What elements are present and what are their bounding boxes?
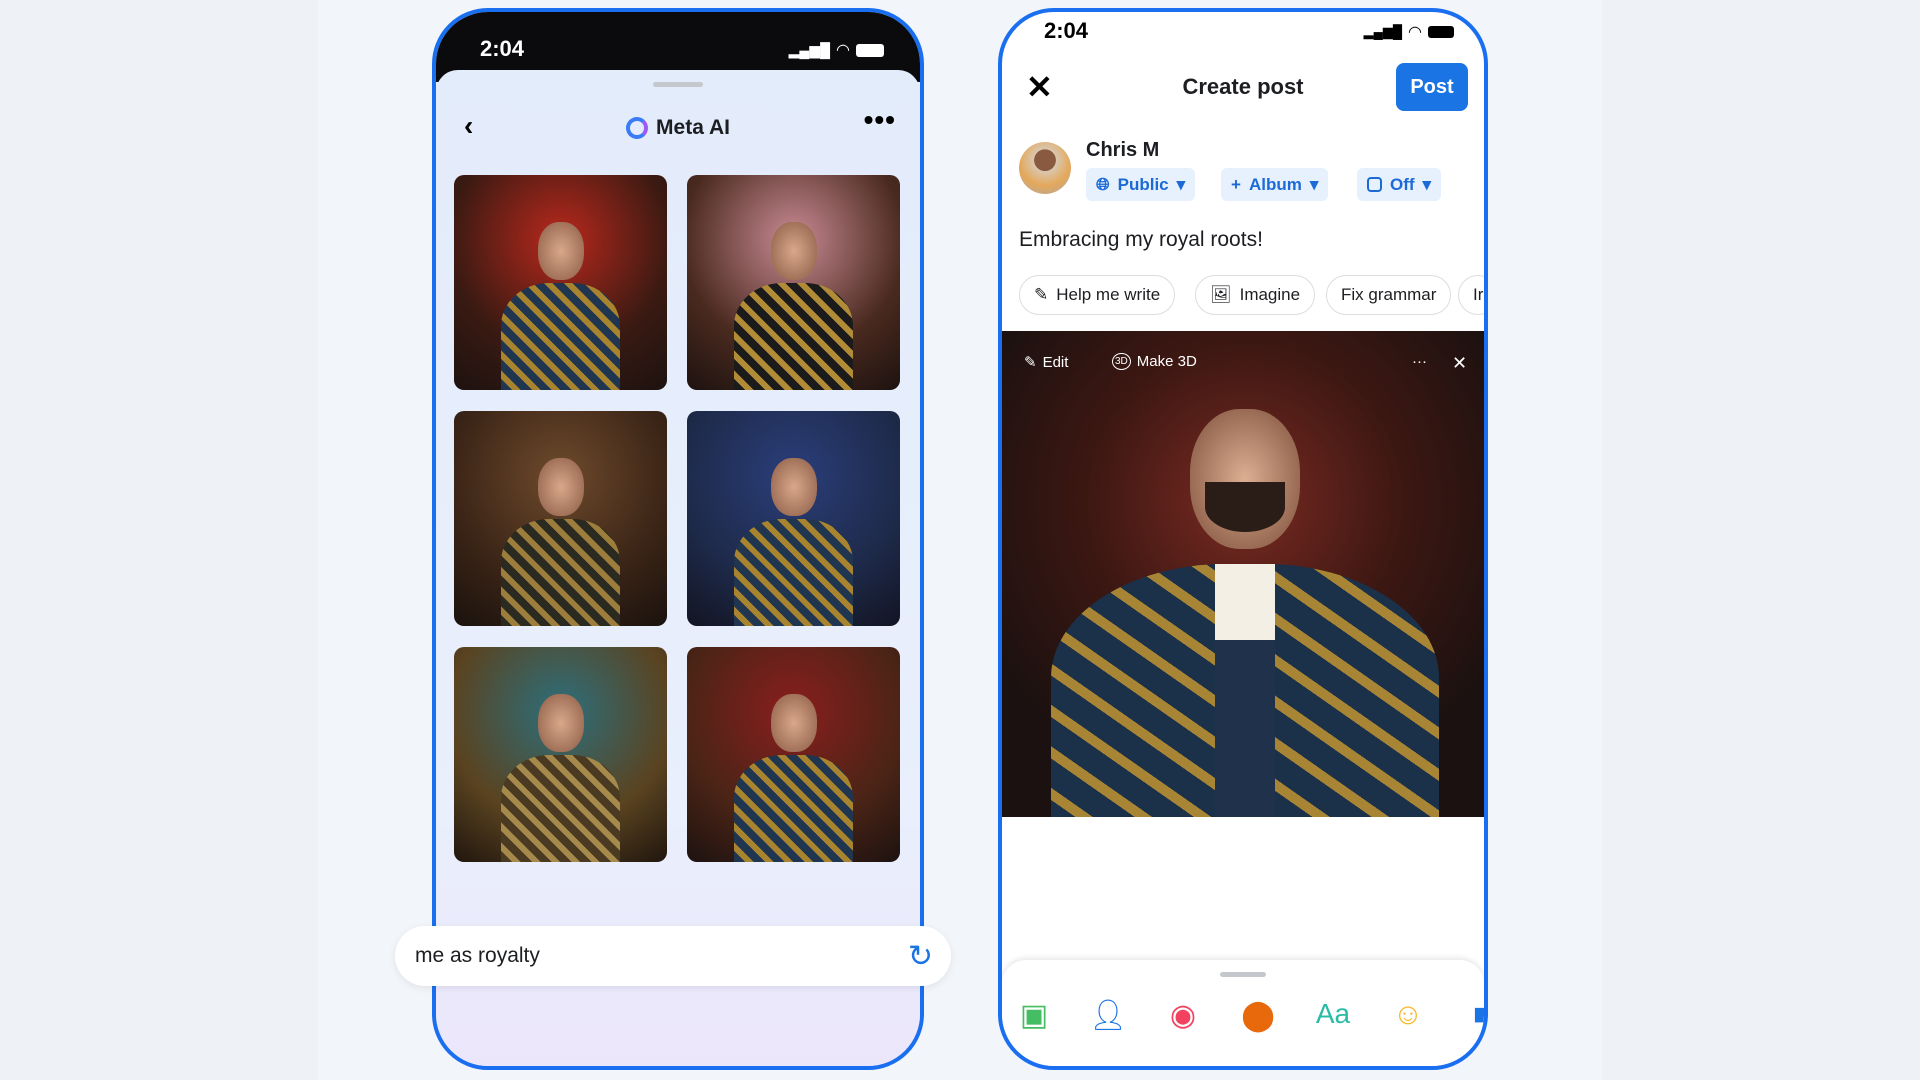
meta-ai-phone: 2:04 ▂▄▆█ ◠ ‹ Meta AI ••• bbox=[432, 8, 924, 1070]
chip-label: Help me write bbox=[1056, 285, 1161, 304]
image-sparkle-icon: 🖼︎ bbox=[1210, 285, 1232, 304]
chip-label: Imagine bbox=[1239, 285, 1301, 304]
status-time: 2:04 bbox=[1044, 18, 1089, 43]
status-time: 2:04 bbox=[480, 36, 525, 61]
battery-icon bbox=[1428, 26, 1454, 38]
live-video-icon[interactable]: ◉ bbox=[1163, 998, 1203, 1033]
avatar bbox=[1019, 142, 1071, 194]
chip-fix-grammar[interactable]: Fix grammar bbox=[1326, 275, 1452, 315]
attached-photo[interactable]: ✎ Edit 3D Make 3D ··· ✕ bbox=[1002, 331, 1484, 817]
generated-image[interactable] bbox=[687, 175, 900, 390]
make-3d-label: Make 3D bbox=[1136, 353, 1197, 370]
post-toolbar: ▣ 👤︎ ◉ ⬤ Aa ☺ ■ bbox=[1002, 960, 1484, 1066]
instagram-icon bbox=[1367, 177, 1382, 192]
audience-selector[interactable]: 🌐︎ Public ▾ bbox=[1086, 168, 1196, 201]
prompt-value: me as royalty bbox=[415, 944, 540, 967]
generated-image[interactable] bbox=[454, 175, 667, 390]
refresh-icon[interactable]: ↻ bbox=[908, 939, 933, 974]
chip-more[interactable]: Ir bbox=[1458, 275, 1484, 315]
tag-people-icon[interactable]: 👤︎ bbox=[1088, 998, 1128, 1033]
generated-image[interactable] bbox=[687, 411, 900, 626]
post-text[interactable]: Embracing my royal roots! bbox=[1019, 228, 1263, 252]
toolbar-handle[interactable] bbox=[1220, 972, 1266, 977]
chip-help-me-write[interactable]: ✎ Help me write bbox=[1019, 275, 1176, 315]
chip-label: Fix grammar bbox=[1341, 285, 1437, 304]
globe-icon: 🌐︎ bbox=[1096, 174, 1110, 194]
caret-down-icon: ▾ bbox=[1176, 174, 1186, 194]
edit-button[interactable]: ✎ Edit bbox=[1024, 353, 1069, 372]
status-icons: ▂▄▆█ ◠ bbox=[1364, 22, 1454, 42]
generated-image[interactable] bbox=[454, 411, 667, 626]
feeling-icon[interactable]: ☺ bbox=[1388, 998, 1428, 1032]
create-post-phone: 2:04 ▂▄▆█ ◠ ✕ Create post Post Chris M 🌐… bbox=[998, 8, 1488, 1070]
user-name: Chris M bbox=[1086, 139, 1160, 161]
generated-image[interactable] bbox=[687, 647, 900, 862]
more-icon[interactable]: ••• bbox=[864, 104, 896, 136]
make-3d-button[interactable]: 3D Make 3D bbox=[1112, 353, 1197, 370]
wifi-icon: ◠ bbox=[836, 42, 850, 59]
3d-icon: 3D bbox=[1112, 353, 1131, 370]
meta-ai-logo-icon bbox=[626, 117, 649, 139]
camera-icon[interactable]: ■ bbox=[1462, 998, 1484, 1032]
signal-icon: ▂▄▆█ bbox=[788, 41, 831, 58]
battery-icon bbox=[856, 43, 884, 57]
signal-icon: ▂▄▆█ bbox=[1363, 24, 1403, 39]
location-icon[interactable]: ⬤ bbox=[1238, 998, 1278, 1033]
photo-more-icon[interactable]: ··· bbox=[1412, 353, 1427, 370]
post-button[interactable]: Post bbox=[1396, 63, 1468, 111]
status-icons: ▂▄▆█ ◠ bbox=[789, 40, 884, 60]
edit-label: Edit bbox=[1042, 353, 1069, 371]
wifi-icon: ◠ bbox=[1408, 24, 1422, 41]
chip-imagine[interactable]: 🖼︎ Imagine bbox=[1195, 275, 1316, 315]
image-grid bbox=[454, 175, 900, 862]
header: Meta AI bbox=[436, 116, 920, 140]
pencil-sparkle-icon: ✎ bbox=[1034, 285, 1049, 304]
audience-label: Public bbox=[1117, 174, 1169, 194]
plus-icon: + bbox=[1231, 174, 1241, 194]
header-title: Meta AI bbox=[656, 116, 730, 139]
caret-down-icon: ▾ bbox=[1309, 174, 1319, 194]
prompt-input[interactable]: me as royalty ↻ bbox=[395, 926, 951, 986]
instagram-label: Off bbox=[1390, 174, 1415, 194]
album-selector[interactable]: + Album ▾ bbox=[1221, 168, 1329, 201]
chip-label: Ir bbox=[1473, 285, 1484, 304]
photo-remove-icon[interactable]: ✕ bbox=[1452, 353, 1467, 374]
album-label: Album bbox=[1248, 174, 1302, 194]
sheet-handle[interactable] bbox=[653, 82, 703, 87]
photo-icon[interactable]: ▣ bbox=[1014, 998, 1054, 1033]
generated-image[interactable] bbox=[454, 647, 667, 862]
caret-down-icon: ▾ bbox=[1422, 174, 1432, 194]
instagram-selector[interactable]: Off ▾ bbox=[1357, 168, 1442, 201]
magic-wand-icon: ✎ bbox=[1024, 354, 1037, 371]
text-style-icon[interactable]: Aa bbox=[1313, 998, 1353, 1030]
